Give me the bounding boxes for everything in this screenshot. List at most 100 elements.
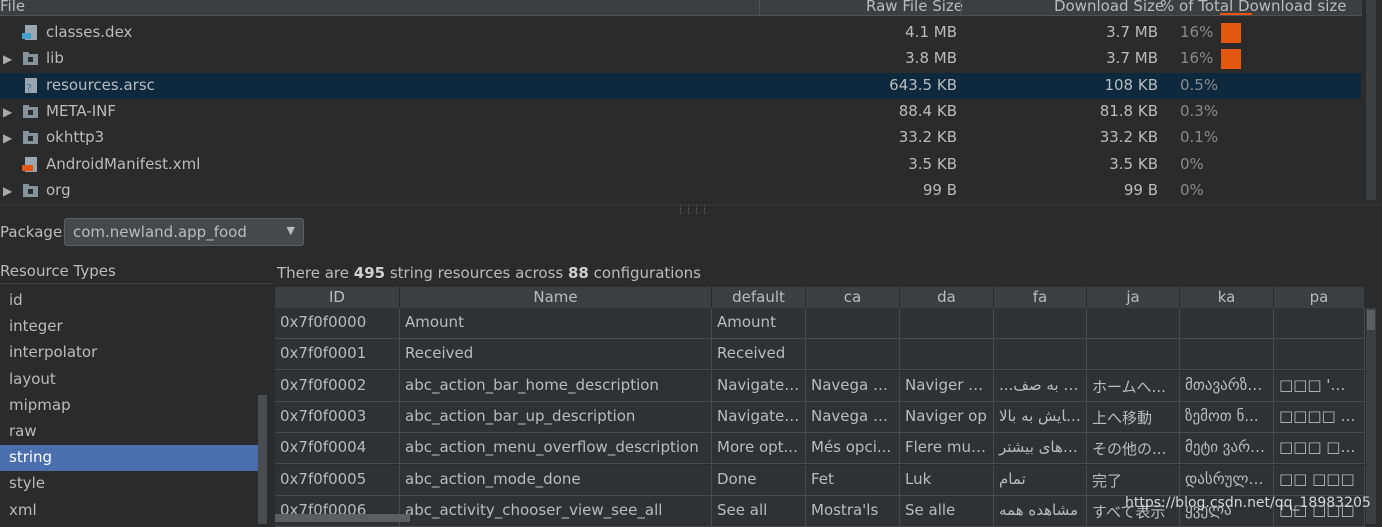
table-cell[interactable]: Luk [900, 464, 994, 496]
expand-arrow-icon[interactable]: ▶ [3, 105, 12, 119]
table-cell[interactable]: Mostra'ls [806, 495, 900, 527]
resource-type-item[interactable]: id [0, 288, 258, 314]
table-cell[interactable] [900, 339, 994, 371]
table-cell[interactable] [806, 339, 900, 371]
expand-arrow-icon[interactable]: ▶ [3, 52, 12, 66]
table-cell[interactable]: 0x7f0f0000 [275, 308, 400, 339]
table-cell[interactable]: Amount [712, 308, 806, 339]
table-cell[interactable]: 0x7f0f0003 [275, 401, 400, 433]
table-row[interactable]: 0x7f0f0005 abc_action_mode_done Done Fet Luk… [275, 464, 1365, 496]
table-cell[interactable]: □□□□ □□□ [1274, 401, 1365, 433]
table-cell[interactable]: 0x7f0f0006 [275, 495, 400, 527]
strings-table-vscrollbar[interactable] [1366, 308, 1376, 524]
file-row[interactable]: ▶ okhttp3 33.2 KB 33.2 KB 0.1% [0, 125, 1361, 151]
resource-type-item[interactable]: integer [0, 314, 258, 340]
file-row[interactable]: classes.dex 4.1 MB 3.7 MB 16% [0, 20, 1361, 46]
table-cell[interactable]: 完了 [1087, 464, 1180, 496]
table-cell[interactable]: Fet [806, 464, 900, 496]
table-cell[interactable]: More opt... [712, 433, 806, 465]
table-cell[interactable]: მეტი ვარი... [1180, 433, 1274, 465]
column-header-default[interactable]: default [712, 287, 806, 308]
column-header-id[interactable]: ID [275, 287, 400, 308]
table-cell[interactable]: Done [712, 464, 806, 496]
splitter-grip-icon[interactable]: ⋮⋮⋮⋮ [676, 205, 709, 215]
column-header-ka[interactable]: ka [1180, 287, 1274, 308]
table-row[interactable]: 0x7f0f0000 Amount Amount [275, 308, 1365, 339]
resource-type-item[interactable]: layout [0, 367, 258, 393]
table-cell[interactable]: See all [712, 495, 806, 527]
raw-size-column-header[interactable]: Raw File Size [866, 0, 963, 15]
table-row[interactable]: 0x7f0f0004 abc_action_menu_overflow_descr… [275, 433, 1365, 465]
strings-table-hscroll-thumb[interactable] [275, 514, 410, 522]
resource-type-item[interactable]: xml [0, 498, 258, 524]
table-cell[interactable]: □□□ □□□□□ [1274, 433, 1365, 465]
strings-table-vscroll-thumb[interactable] [1367, 310, 1375, 330]
table-cell[interactable]: Se alle [900, 495, 994, 527]
file-row[interactable]: ▶ lib 3.8 MB 3.7 MB 16% [0, 46, 1361, 72]
table-cell[interactable]: Naviger op [900, 401, 994, 433]
table-cell[interactable]: Navigate ... [712, 401, 806, 433]
table-cell[interactable]: abc_action_bar_home_description [400, 370, 712, 402]
table-row[interactable]: 0x7f0f0001 Received Received [275, 339, 1365, 371]
file-column-header[interactable]: File [0, 0, 25, 15]
table-cell[interactable]: Més opci... [806, 433, 900, 465]
table-cell[interactable]: 0x7f0f0004 [275, 433, 400, 465]
table-cell[interactable] [806, 308, 900, 339]
column-header-name[interactable]: Name [400, 287, 712, 308]
table-row[interactable]: 0x7f0f0003 abc_action_bar_up_description N… [275, 401, 1365, 433]
table-cell[interactable]: その他の... [1087, 433, 1180, 465]
table-cell[interactable]: 0x7f0f0001 [275, 339, 400, 371]
table-cell[interactable] [1180, 308, 1274, 339]
package-dropdown[interactable]: com.newland.app_food ▼ [64, 218, 304, 246]
file-row[interactable]: AndroidManifest.xml 3.5 KB 3.5 KB 0% [0, 152, 1361, 178]
column-header-ja[interactable]: ja [1087, 287, 1180, 308]
download-size-column-header[interactable]: Download Size [1054, 0, 1164, 15]
column-header-ca[interactable]: ca [806, 287, 900, 308]
expand-arrow-icon[interactable]: ▶ [3, 184, 12, 198]
file-row[interactable]: ▶ META-INF 88.4 KB 81.8 KB 0.3% [0, 99, 1361, 125]
table-cell[interactable]: Navega a ... [806, 370, 900, 402]
table-cell[interactable]: Received [712, 339, 806, 371]
resource-types-scrollbar[interactable] [258, 395, 267, 524]
file-row[interactable]: ? resources.arsc 643.5 KB 108 KB 0.5% [0, 72, 1361, 99]
file-table-scrollbar[interactable] [1366, 0, 1376, 200]
table-cell[interactable]: abc_action_menu_overflow_description [400, 433, 712, 465]
table-cell[interactable] [1087, 308, 1180, 339]
resource-type-item[interactable]: raw [0, 419, 258, 445]
column-header-fa[interactable]: fa [994, 287, 1087, 308]
column-header-da[interactable]: da [900, 287, 994, 308]
table-cell[interactable]: Naviger h... [900, 370, 994, 402]
table-cell[interactable]: Navega c... [806, 401, 900, 433]
column-header-pa[interactable]: pa [1274, 287, 1365, 308]
resource-type-item[interactable]: interpolator [0, 340, 258, 366]
table-cell[interactable]: მთავარზე... [1180, 370, 1274, 402]
table-cell[interactable]: დასრულდა [1180, 464, 1274, 496]
table-row[interactable]: 0x7f0f0002 abc_action_bar_home_descriptio… [275, 370, 1365, 402]
table-cell[interactable] [1180, 339, 1274, 371]
table-cell[interactable]: Amount [400, 308, 712, 339]
table-cell[interactable] [994, 308, 1087, 339]
table-cell[interactable] [1087, 339, 1180, 371]
table-cell[interactable]: 上へ移動 [1087, 401, 1180, 433]
pct-total-column-header[interactable]: % of Total Download size [1160, 0, 1346, 15]
table-cell[interactable] [994, 339, 1087, 371]
table-cell[interactable]: Received [400, 339, 712, 371]
resource-type-item[interactable]: style [0, 471, 258, 497]
expand-arrow-icon[interactable]: ▶ [3, 131, 12, 145]
table-cell[interactable] [1274, 308, 1365, 339]
table-cell[interactable]: ზემოთ ნ... [1180, 401, 1274, 433]
table-cell[interactable]: 0x7f0f0005 [275, 464, 400, 496]
table-cell[interactable]: تمام [994, 464, 1087, 496]
table-cell[interactable]: abc_action_mode_done [400, 464, 712, 496]
resource-type-item[interactable]: mipmap [0, 393, 258, 419]
table-cell[interactable]: ...پیمایش به صف [994, 370, 1087, 402]
table-cell[interactable]: 0x7f0f0002 [275, 370, 400, 402]
table-cell[interactable] [1274, 339, 1365, 371]
table-cell[interactable]: گزینه‌های بیشتر [994, 433, 1087, 465]
table-cell[interactable]: Flere muli... [900, 433, 994, 465]
table-cell[interactable]: □□□ '□□ □□□ [1274, 370, 1365, 402]
table-cell[interactable]: Navigate ... [712, 370, 806, 402]
table-cell[interactable]: abc_activity_chooser_view_see_all [400, 495, 712, 527]
table-cell[interactable] [900, 308, 994, 339]
table-cell[interactable]: پیمایش به بالا [994, 401, 1087, 433]
